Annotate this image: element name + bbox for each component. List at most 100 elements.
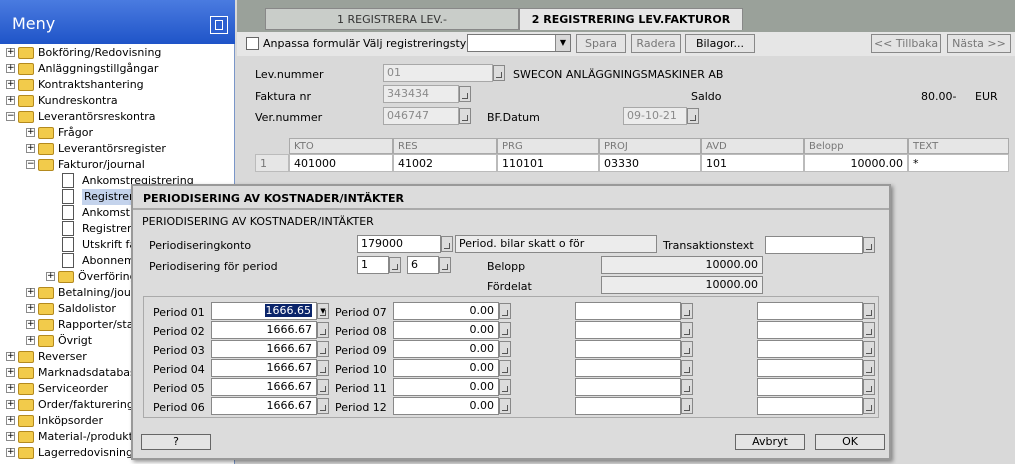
tab-registration-invoices[interactable]: 2 REGISTRERING LEV.FAKTUROR [519,8,743,30]
period-input[interactable]: 0.00 [393,302,499,320]
expand-icon[interactable]: + [26,288,35,297]
lookup-icon[interactable] [863,398,875,414]
cancel-button[interactable]: Avbryt [735,434,805,450]
lookup-icon[interactable] [499,398,511,414]
back-button[interactable]: << Tillbaka [871,34,941,53]
lookup-icon[interactable] [681,341,693,357]
lookup-icon[interactable] [863,322,875,338]
bf-date-input[interactable]: 09-10-21 [623,107,687,125]
extra-field[interactable] [575,359,681,377]
period-from-input[interactable]: 1 [357,256,389,274]
invoice-number-input[interactable]: 343434 [383,85,459,103]
voucher-number-input[interactable]: 046747 [383,107,459,125]
lookup-icon[interactable] [681,303,693,319]
help-button[interactable]: ? [141,434,211,450]
lookup-icon[interactable] [459,108,471,124]
transaction-text-input[interactable] [765,236,863,254]
lookup-icon[interactable] [317,322,329,338]
lookup-icon[interactable] [863,341,875,357]
extra-field[interactable] [757,321,863,339]
chevron-down-icon[interactable]: ▼ [555,35,570,51]
expand-icon[interactable]: + [6,96,15,105]
period-input[interactable]: 0.00 [393,378,499,396]
period-input[interactable]: 1666.67 [211,378,317,396]
expand-icon[interactable]: + [26,304,35,313]
period-input[interactable]: 0.00 [393,340,499,358]
period-input[interactable]: 0.00 [393,321,499,339]
delete-button[interactable]: Radera [631,34,681,53]
lookup-icon[interactable] [681,322,693,338]
expand-icon[interactable]: + [6,432,15,441]
period-input[interactable]: 1666.65 [211,302,317,320]
chevron-down-icon[interactable]: ▼ [317,303,329,319]
lookup-icon[interactable] [317,360,329,376]
lookup-icon[interactable] [863,360,875,376]
grid-cell-kto[interactable]: 401000 [289,154,393,172]
grid-cell-proj[interactable]: 03330 [599,154,701,172]
lookup-icon[interactable] [317,341,329,357]
period-input[interactable]: 1666.67 [211,340,317,358]
lookup-icon[interactable] [681,360,693,376]
grid-cell-belopp[interactable]: 10000.00 [804,154,908,172]
lookup-icon[interactable] [439,257,451,273]
lookup-icon[interactable] [389,257,401,273]
sidebar-collapse-button[interactable] [210,16,228,34]
lookup-icon[interactable] [441,236,453,252]
extra-field[interactable] [575,302,681,320]
extra-field[interactable] [757,340,863,358]
lookup-icon[interactable] [499,341,511,357]
accrual-account-input[interactable]: 179000 [357,235,441,253]
attachments-button[interactable]: Bilagor... [685,34,755,53]
lookup-icon[interactable] [681,379,693,395]
lookup-icon[interactable] [681,398,693,414]
extra-field[interactable] [575,340,681,358]
tab-register-invoices[interactable]: 1 REGISTRERA LEV.-FAKTUROR/KRED.NOTOR [265,8,519,48]
expand-icon[interactable]: + [6,416,15,425]
next-button[interactable]: Nästa >> [947,34,1011,53]
expand-icon[interactable]: + [26,128,35,137]
period-to-input[interactable]: 6 [407,256,439,274]
grid-cell-text[interactable]: * [908,154,1009,172]
period-input[interactable]: 1666.67 [211,359,317,377]
expand-icon[interactable]: + [26,320,35,329]
extra-field[interactable] [575,378,681,396]
extra-field[interactable] [757,378,863,396]
lookup-icon[interactable] [499,322,511,338]
lookup-icon[interactable] [863,237,875,253]
expand-icon[interactable]: + [6,80,15,89]
customize-form-checkbox[interactable] [246,37,259,50]
expand-icon[interactable]: + [26,336,35,345]
grid-cell-res[interactable]: 41002 [393,154,497,172]
extra-field[interactable] [757,397,863,415]
regtype-select[interactable]: ▼ [467,34,571,52]
calendar-icon[interactable] [687,108,699,124]
extra-field[interactable] [757,359,863,377]
expand-icon[interactable]: + [6,352,15,361]
period-input[interactable]: 1666.67 [211,321,317,339]
expand-icon[interactable]: + [6,400,15,409]
lookup-icon[interactable] [863,379,875,395]
period-input[interactable]: 0.00 [393,359,499,377]
expand-icon[interactable]: + [6,368,15,377]
period-input[interactable]: 1666.67 [211,397,317,415]
lookup-icon[interactable] [317,379,329,395]
lookup-icon[interactable] [499,379,511,395]
save-button[interactable]: Spara [576,34,626,53]
lookup-icon[interactable] [493,65,505,81]
supplier-number-input[interactable]: 01 [383,64,493,82]
period-input[interactable]: 0.00 [393,397,499,415]
expand-icon[interactable]: + [6,448,15,457]
lookup-icon[interactable] [459,86,471,102]
extra-field[interactable] [575,321,681,339]
extra-field[interactable] [575,397,681,415]
expand-icon[interactable]: + [46,272,55,281]
expand-icon[interactable]: + [6,48,15,57]
lookup-icon[interactable] [863,303,875,319]
extra-field[interactable] [757,302,863,320]
lookup-icon[interactable] [499,303,511,319]
grid-cell-avd[interactable]: 101 [701,154,804,172]
lookup-icon[interactable] [499,360,511,376]
collapse-icon[interactable]: − [26,160,35,169]
expand-icon[interactable]: + [6,64,15,73]
expand-icon[interactable]: + [6,384,15,393]
